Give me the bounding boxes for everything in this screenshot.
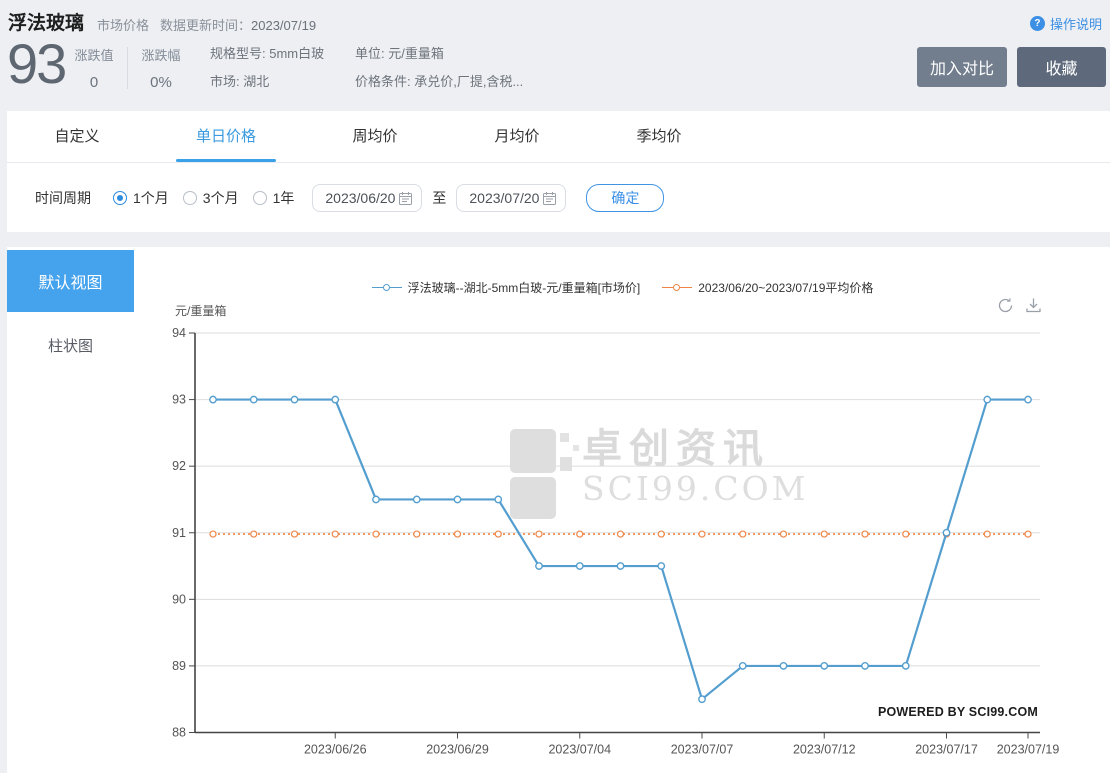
svg-text:90: 90: [172, 592, 186, 606]
radio-icon: [113, 191, 127, 205]
svg-text:92: 92: [172, 459, 186, 473]
calendar-icon: [543, 192, 556, 205]
change-pct-value: 0%: [133, 74, 189, 91]
spec-model: 规格型号: 5mm白玻: [210, 40, 324, 68]
time-period-label: 时间周期: [35, 188, 91, 208]
radio-icon: [183, 191, 197, 205]
divider: [127, 47, 128, 89]
radio-1-year-label: 1年: [273, 188, 295, 208]
svg-text:2023/06/29: 2023/06/29: [426, 743, 489, 757]
change-pct-block: 涨跌幅 0%: [133, 45, 189, 91]
price-type-label: 市场价格: [97, 15, 149, 34]
end-date-input[interactable]: 2023/07/20: [456, 184, 566, 212]
update-time: 数据更新时间：2023/07/19: [160, 15, 316, 34]
svg-text:89: 89: [172, 659, 186, 673]
main-panel: 默认视图 柱状图 浮法玻璃--湖北-5mm白玻-元/重量箱[市场价] 2023/…: [7, 247, 1110, 773]
filter-panel: 时间周期 1个月 3个月 1年 2023/06/20 至 2023/07/20 …: [7, 163, 1110, 232]
price-unit: 单位: 元/重量箱: [355, 40, 523, 68]
change-value-block: 涨跌值 0: [66, 45, 122, 91]
tab-daily-price[interactable]: 单日价格: [196, 111, 256, 162]
calendar-icon: [399, 192, 412, 205]
svg-text:94: 94: [172, 326, 186, 340]
sidebar-item-bar-chart[interactable]: 柱状图: [7, 335, 134, 356]
spec-market: 市场: 湖北: [210, 68, 324, 96]
active-tab-underline: [176, 159, 276, 162]
tab-weekly-avg[interactable]: 周均价: [352, 111, 397, 162]
radio-1-month-label: 1个月: [133, 188, 169, 208]
update-time-label: 数据更新时间：: [160, 18, 251, 33]
help-label: 操作说明: [1050, 14, 1102, 33]
chart-region: 浮法玻璃--湖北-5mm白玻-元/重量箱[市场价] 2023/06/20~202…: [135, 247, 1110, 773]
date-to-label: 至: [432, 188, 446, 208]
radio-icon: [253, 191, 267, 205]
end-date-value: 2023/07/20: [469, 190, 539, 206]
tab-daily-price-label: 单日价格: [196, 128, 256, 145]
sidebar-item-default-view[interactable]: 默认视图: [7, 250, 134, 312]
question-icon: ?: [1030, 16, 1045, 31]
radio-1-year[interactable]: 1年: [253, 188, 295, 208]
svg-text:2023/07/12: 2023/07/12: [793, 743, 856, 757]
radio-1-month[interactable]: 1个月: [113, 188, 169, 208]
change-value: 0: [66, 74, 122, 91]
price-chart: 94 93 92 91 90 89 88 2023/06/26 2023/06/29 2023/0…: [135, 247, 1110, 773]
tab-custom[interactable]: 自定义: [54, 111, 99, 162]
svg-text:93: 93: [172, 393, 186, 407]
powered-by-text: POWERED BY SCI99.COM: [735, 705, 1038, 719]
add-compare-button[interactable]: 加入对比: [917, 47, 1007, 87]
update-time-value: 2023/07/19: [251, 18, 316, 33]
radio-3-month[interactable]: 3个月: [183, 188, 239, 208]
confirm-button[interactable]: 确定: [586, 184, 664, 212]
spec-column: 规格型号: 5mm白玻 市场: 湖北: [210, 40, 324, 96]
start-date-value: 2023/06/20: [325, 190, 395, 206]
svg-text:2023/07/04: 2023/07/04: [548, 743, 611, 757]
unit-column: 单位: 元/重量箱 价格条件: 承兑价,厂提,含税...: [355, 40, 523, 96]
tab-monthly-avg[interactable]: 月均价: [494, 111, 539, 162]
current-price: 93: [7, 36, 65, 92]
page-title: 浮法玻璃: [8, 8, 84, 35]
radio-3-month-label: 3个月: [203, 188, 239, 208]
change-value-label: 涨跌值: [66, 45, 122, 64]
svg-text:2023/07/17: 2023/07/17: [915, 743, 978, 757]
change-pct-label: 涨跌幅: [133, 45, 189, 64]
help-link[interactable]: ? 操作说明: [1030, 14, 1102, 33]
svg-text:2023/07/19: 2023/07/19: [997, 743, 1060, 757]
svg-text:2023/06/26: 2023/06/26: [304, 743, 367, 757]
favorite-button[interactable]: 收藏: [1017, 47, 1106, 87]
tab-bar: 自定义 单日价格 周均价 月均价 季均价: [7, 111, 1110, 163]
tab-quarterly-avg[interactable]: 季均价: [636, 111, 681, 162]
svg-text:88: 88: [172, 726, 186, 740]
svg-text:2023/07/07: 2023/07/07: [671, 743, 734, 757]
price-condition: 价格条件: 承兑价,厂提,含税...: [355, 68, 523, 96]
svg-text:91: 91: [172, 526, 186, 540]
start-date-input[interactable]: 2023/06/20: [312, 184, 422, 212]
